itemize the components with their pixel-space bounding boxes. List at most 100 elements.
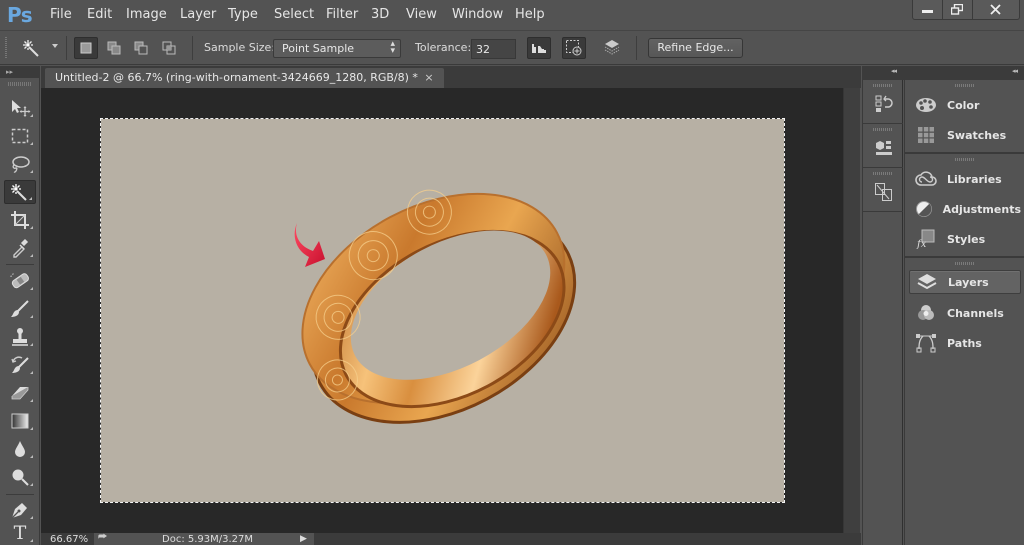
- lasso-tool[interactable]: [4, 152, 36, 176]
- panel-channels[interactable]: Channels: [909, 301, 1021, 325]
- menu-3d[interactable]: 3D: [371, 7, 389, 22]
- panel-adjustments[interactable]: Adjustments: [909, 197, 1021, 221]
- gradient-icon: [11, 413, 29, 429]
- spot-healing-brush-tool[interactable]: [4, 269, 36, 293]
- pen-tool[interactable]: [4, 498, 36, 522]
- type-tool[interactable]: T: [4, 521, 36, 545]
- minimize-button[interactable]: [913, 0, 943, 19]
- panel-libraries[interactable]: Libraries: [909, 167, 1021, 191]
- panel-swatches[interactable]: Swatches: [909, 123, 1021, 147]
- canvas[interactable]: [100, 118, 785, 503]
- panel-group-layers: Layers Channels Paths: [905, 258, 1024, 362]
- crop-tool[interactable]: [4, 208, 36, 232]
- menu-layer[interactable]: Layer: [180, 7, 216, 22]
- menu-file[interactable]: File: [50, 7, 72, 22]
- properties-icon: [876, 141, 892, 155]
- move-tool[interactable]: [4, 96, 36, 120]
- new-selection-icon: [80, 42, 92, 54]
- panel-color[interactable]: Color: [909, 93, 1021, 117]
- gradient-tool[interactable]: [4, 409, 36, 433]
- minimize-icon: [921, 10, 933, 13]
- panel-label: Swatches: [947, 128, 1007, 142]
- history-brush-tool[interactable]: [4, 353, 36, 377]
- dock-group-properties: [863, 124, 903, 168]
- document-canvas-area[interactable]: [41, 88, 843, 533]
- history-brush-icon: [11, 356, 29, 373]
- add-to-selection-icon: [107, 41, 121, 55]
- panel-grip[interactable]: [873, 172, 893, 175]
- menu-edit[interactable]: Edit: [87, 7, 112, 22]
- panel-paths[interactable]: Paths: [909, 331, 1021, 355]
- intersect-selection-button[interactable]: [157, 37, 181, 59]
- new-selection-button[interactable]: [74, 37, 98, 59]
- rectangular-marquee-tool[interactable]: [4, 124, 36, 148]
- collapse-icons-arrow-icon[interactable]: ◂◂: [891, 67, 897, 75]
- restore-button[interactable]: [943, 0, 973, 19]
- menu-view[interactable]: View: [406, 7, 437, 22]
- document-tab[interactable]: Untitled-2 @ 66.7% (ring-with-ornament-3…: [45, 68, 444, 88]
- sample-size-select[interactable]: Point Sample ▴ ▾: [273, 39, 401, 58]
- preset-dropdown-arrow[interactable]: [52, 44, 58, 48]
- eraser-tool[interactable]: [4, 381, 36, 405]
- panel-group-color: Color Swatches: [905, 80, 1024, 154]
- menu-select[interactable]: Select: [274, 7, 314, 22]
- properties-button[interactable]: [873, 136, 895, 160]
- stamp-icon: [12, 328, 28, 346]
- panel-grip[interactable]: [873, 84, 893, 87]
- panel-label: Channels: [947, 306, 1004, 320]
- menu-type[interactable]: Type: [228, 7, 258, 22]
- panels-column: Color Swatches Libraries Adjustments fx …: [904, 80, 1024, 545]
- tools-panel-header[interactable]: ▸▸: [0, 66, 40, 78]
- zoom-level[interactable]: 66.67%: [50, 534, 88, 545]
- panel-grip[interactable]: [955, 158, 975, 161]
- styles-icon: fx: [916, 229, 935, 249]
- menu-help[interactable]: Help: [515, 7, 545, 22]
- brush-tool[interactable]: [4, 297, 36, 321]
- tool-divider: [6, 494, 34, 495]
- navigator-icon: [875, 183, 892, 201]
- dock-group-navigator: [863, 168, 903, 212]
- subtract-from-selection-button[interactable]: [129, 37, 153, 59]
- eyedropper-tool[interactable]: [4, 236, 36, 260]
- add-to-selection-button[interactable]: [102, 37, 126, 59]
- anti-alias-toggle[interactable]: [527, 37, 551, 59]
- tolerance-input[interactable]: 32: [471, 39, 516, 59]
- magic-wand-icon: [23, 40, 39, 57]
- svg-text:fx: fx: [916, 239, 927, 249]
- move-icon: [12, 100, 31, 117]
- collapse-panels-arrow-icon[interactable]: ◂◂: [1012, 67, 1018, 75]
- refine-edge-button[interactable]: Refine Edge...: [648, 38, 743, 58]
- sample-all-layers-toggle[interactable]: [600, 37, 624, 59]
- options-bar-grip[interactable]: [5, 37, 7, 59]
- vertical-scrollbar[interactable]: [843, 88, 860, 533]
- panel-grip[interactable]: [955, 262, 975, 265]
- contiguous-toggle[interactable]: [562, 37, 586, 59]
- close-button[interactable]: [973, 0, 1019, 19]
- panel-styles[interactable]: fx Styles: [909, 227, 1021, 251]
- sample-size-value: Point Sample: [282, 42, 355, 55]
- status-menu-arrow-icon[interactable]: ▶: [300, 534, 307, 544]
- divider: [192, 36, 193, 60]
- sample-all-layers-icon: [604, 40, 620, 55]
- panel-grip[interactable]: [955, 84, 975, 87]
- clone-stamp-tool[interactable]: [4, 325, 36, 349]
- blur-tool[interactable]: [4, 437, 36, 461]
- history-button[interactable]: [873, 92, 895, 116]
- options-bar: Sample Size: Point Sample ▴ ▾ Tolerance: …: [0, 30, 1024, 65]
- share-icon[interactable]: ⮫: [98, 532, 107, 543]
- panel-layers[interactable]: Layers: [909, 270, 1021, 294]
- menu-filter[interactable]: Filter: [326, 7, 358, 22]
- bandage-icon: [10, 273, 29, 289]
- panel-grip[interactable]: [873, 128, 893, 131]
- tool-preset-picker[interactable]: [20, 37, 44, 59]
- menu-window[interactable]: Window: [452, 7, 503, 22]
- water-drop-icon: [15, 441, 25, 457]
- navigator-button[interactable]: [873, 180, 895, 204]
- dodge-tool[interactable]: [4, 465, 36, 489]
- eraser-icon: [11, 387, 29, 400]
- panel-label: Styles: [947, 232, 986, 246]
- menu-image[interactable]: Image: [126, 7, 167, 22]
- magic-wand-tool[interactable]: [4, 180, 36, 204]
- tools-panel-grip[interactable]: [8, 82, 32, 86]
- close-tab-icon[interactable]: ×: [424, 71, 433, 84]
